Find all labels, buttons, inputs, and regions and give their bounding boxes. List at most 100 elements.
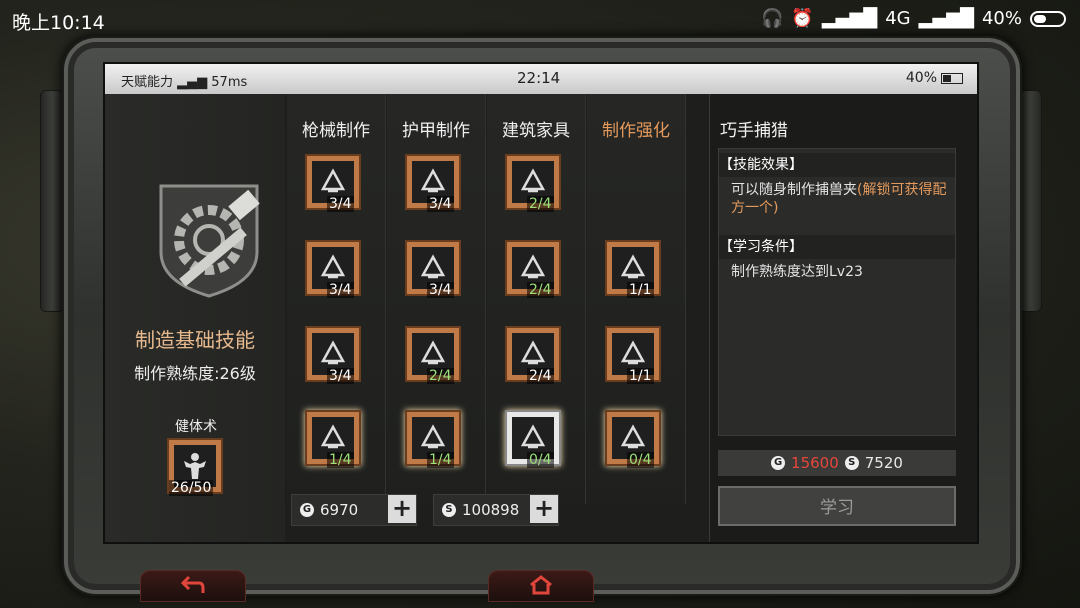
add-silver-button[interactable]: + [530,495,558,523]
skill-tile[interactable]: 2/4 [505,240,561,300]
silver-cost: 7520 [864,454,903,472]
fitness-skill-tile[interactable]: 26/50 [167,438,223,498]
skill-level-count: 3/4 [327,196,354,212]
game-signal-icon: ▂▄▆ [177,75,212,90]
silver-currency: S 100898 + [433,494,559,526]
skill-level-count: 0/4 [527,452,554,468]
skill-level-count: 3/4 [327,368,354,384]
left-panel: 制造基础技能 制作熟练度:26级 健体术 26/50 [105,94,285,542]
skill-category-title: 制造基础技能 [135,328,255,352]
tab-armor-crafting[interactable]: 护甲制作 [387,116,485,141]
silver-coin-icon: S [442,503,456,517]
system-time: 晚上10:14 [12,12,105,34]
alarm-icon: ⏰ [791,8,814,29]
blade-craft-icon [420,340,446,365]
signal-icon-2: ▂▄▆█ [918,8,974,29]
game-battery-icon [941,73,963,84]
fitness-skill-label: 健体术 [175,419,217,435]
skill-tile[interactable]: 2/4 [505,326,561,386]
skill-tile[interactable]: 3/4 [305,154,361,214]
skill-name: 巧手捕猎 [720,121,788,141]
skill-tile[interactable]: 1/4 [305,410,361,470]
glove-craft-icon [420,254,446,279]
shield-craft-icon [420,424,446,449]
skill-level-count: 1/4 [327,452,354,468]
skill-info-box: 【技能效果】 可以随身制作捕兽夹(解锁可获得配方一个) 【学习条件】 制作熟练度… [718,148,956,436]
headphone-icon: 🎧 [760,8,784,29]
tab-gun-crafting[interactable]: 枪械制作 [287,116,385,141]
condition-header: 【学习条件】 [719,235,955,259]
pistol-craft-icon [320,254,346,279]
effect-text: 可以随身制作捕兽夹(解锁可获得配方一个) [731,181,947,217]
skill-level-count: 2/4 [527,282,554,298]
skill-tile[interactable]: 1/1 [605,240,661,300]
bodybuilder-icon [184,453,206,479]
battery-percent: 40% [981,8,1022,29]
wall-build-icon [520,254,546,279]
skill-tile[interactable]: 3/4 [305,326,361,386]
skill-level-count: 3/4 [427,196,454,212]
skill-detail-panel: 巧手捕猎 【技能效果】 可以随身制作捕兽夹(解锁可获得配方一个) 【学习条件】 … [709,94,977,542]
skill-tile[interactable]: 2/4 [405,326,461,386]
network-type: 4G [885,8,911,29]
home-icon [530,575,552,595]
trap-icon [620,424,646,449]
gold-cost: 15600 [791,454,839,472]
add-gold-button[interactable]: + [388,495,416,523]
skill-level-count: 1/1 [627,368,654,384]
tab-crafting-enhance[interactable]: 制作强化 [587,116,685,141]
system-indicators: 🎧 ⏰ ▂▄▆█ 4G ▂▄▆█ 40% [761,8,1066,29]
game-clock: 22:14 [517,69,561,87]
gold-amount: 6970 [320,501,359,519]
skill-tile[interactable]: 3/4 [305,240,361,300]
signal-info: 天赋能力 ▂▄▆ 57ms [121,71,247,90]
fitness-count: 26/50 [169,480,214,496]
tab-building-furniture[interactable]: 建筑家具 [487,116,585,141]
gold-currency: G 6970 + [291,494,417,526]
gold-coin-icon: G [300,503,314,517]
crafting-level: 制作熟练度:26级 [134,364,256,383]
gold-cost-icon: G [771,456,786,470]
skill-level-count: 2/4 [527,368,554,384]
android-status-bar: 晚上10:14 🎧 ⏰ ▂▄▆█ 4G ▂▄▆█ 40% [0,0,1080,40]
effect-main: 可以随身制作捕兽夹 [731,182,857,198]
condition-text: 制作熟练度达到Lv23 [731,264,863,280]
home-button[interactable] [488,570,594,602]
skill-tile[interactable]: 3/4 [405,240,461,300]
armor-craft-icon [420,168,446,193]
skill-tile[interactable]: 1/4 [405,410,461,470]
learn-button[interactable]: 学习 [718,486,956,526]
skill-tile[interactable]: 1/1 [605,326,661,386]
game-status-bar: 天赋能力 ▂▄▆ 57ms 22:14 40% [105,64,977,94]
skill-level-count: 3/4 [427,282,454,298]
skill-level-count: 1/4 [427,452,454,468]
frame-bracket-left [40,90,64,312]
skill-level-count: 3/4 [327,282,354,298]
learn-cost: G 15600 S 7520 [718,450,956,476]
skill-level-count: 1/1 [627,282,654,298]
crossbow-craft-icon [320,340,346,365]
brick-wall-icon [520,424,546,449]
crafting-emblem-icon [159,184,260,298]
signal-icon: ▂▄▆█ [821,8,878,29]
furniture-craft-icon [520,168,546,193]
pliers-icon [620,340,646,365]
silver-cost-icon: S [844,456,859,470]
fire-forge-icon [620,254,646,279]
back-button[interactable] [140,570,246,602]
ping: 57ms [211,75,248,90]
rifle-workbench-icon [320,168,346,193]
game-battery-percent: 40% [905,70,937,86]
battery-icon [1030,10,1066,27]
back-arrow-icon [181,575,205,593]
skill-level-count: 0/4 [627,452,654,468]
door-build-icon [520,340,546,365]
skill-tile[interactable]: 0/4 [605,410,661,470]
signal-label: 天赋能力 [121,75,174,90]
skill-tile[interactable]: 3/4 [405,154,461,214]
skill-tile[interactable]: 2/4 [505,154,561,214]
skill-tile[interactable]: 0/4 [505,410,561,470]
effect-header: 【技能效果】 [719,153,955,177]
skill-level-count: 2/4 [527,196,554,212]
silver-amount: 100898 [462,501,520,519]
